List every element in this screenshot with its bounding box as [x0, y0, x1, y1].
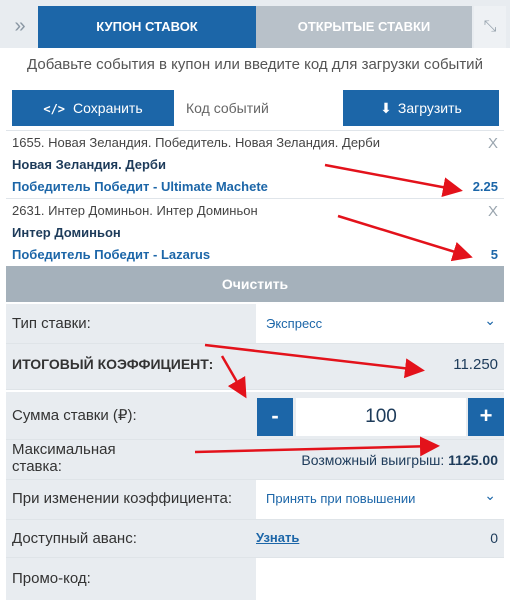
bet-type-row: Тип ставки: Экспресс ⌄ [6, 304, 504, 344]
max-stake-label-line1: Максимальная [12, 441, 116, 458]
clear-button[interactable]: Очистить [6, 266, 504, 302]
max-stake-label: Максимальная ставка: [12, 441, 116, 475]
stake-decrease-button[interactable]: - [257, 398, 293, 436]
stake-input[interactable]: 100 [296, 398, 466, 436]
remove-bet-icon[interactable]: X [488, 135, 498, 152]
odds-change-row: При изменении коэффициента: Принять при … [6, 480, 504, 520]
bet-outcome: Победитель Победит - Lazarus [12, 247, 211, 262]
save-button-label: Сохранить [73, 100, 143, 116]
coupon-hint: Добавьте события в купон или введите код… [27, 56, 483, 73]
bet-market: Новая Зеландия. Дерби [12, 157, 166, 172]
bet-event-title: 1655. Новая Зеландия. Победитель. Новая … [12, 135, 380, 150]
chevron-down-icon: ⌄ [484, 312, 496, 328]
max-stake-label-line2: ставка: [12, 458, 62, 475]
bet-outcome: Победитель Победит - Ultimate Machete [12, 179, 268, 194]
max-stake-row: Максимальная ставка: Возможный выигрыш: … [6, 440, 504, 480]
bet-event-title: 2631. Интер Доминьон. Интер Доминьон [12, 203, 258, 218]
odds-change-value: Принять при повышении [266, 491, 416, 506]
total-odds-row: ИТОГОВЫЙ КОЭФФИЦИЕНТ: 11.250 [6, 344, 504, 390]
promo-row: Промо-код: [6, 558, 504, 600]
collapse-panel-icon[interactable]: » [4, 6, 36, 46]
odds-change-label: При изменении коэффициента: [12, 490, 233, 507]
bet-type-label: Тип ставки: [12, 315, 91, 332]
potential-win-label: Возможный выигрыш: [301, 452, 445, 468]
code-icon: </> [43, 102, 66, 116]
bet-type-select[interactable]: Экспресс ⌄ [256, 304, 504, 343]
bet-odd: 5 [490, 247, 498, 262]
potential-win: Возможный выигрыш: 1125.00 [301, 452, 498, 468]
load-button[interactable]: ⬇ Загрузить [343, 90, 499, 126]
potential-win-value: 1125.00 [448, 452, 498, 468]
bet-market: Интер Доминьон [12, 225, 121, 240]
bet-type-value: Экспресс [266, 316, 323, 331]
advance-row: Доступный аванс: Узнать 0 [6, 520, 504, 558]
expand-panel-icon[interactable]: ⤡ [474, 6, 506, 48]
total-odds-label: ИТОГОВЫЙ КОЭФФИЦИЕНТ: [12, 356, 214, 372]
stake-label: Сумма ставки (₽): [12, 407, 137, 424]
advance-value: 0 [490, 530, 498, 546]
load-button-label: Загрузить [397, 100, 462, 116]
event-code-input[interactable] [176, 90, 340, 126]
bet-item: 2631. Интер Доминьон. Интер Доминьон X И… [6, 198, 504, 264]
tab-open-bets[interactable]: ОТКРЫТЫЕ СТАВКИ [256, 6, 472, 48]
bet-item: 1655. Новая Зеландия. Победитель. Новая … [6, 130, 504, 198]
bet-odd: 2.25 [472, 179, 498, 194]
total-odds-value: 11.250 [453, 356, 498, 373]
stake-increase-button[interactable]: + [468, 398, 504, 436]
save-button[interactable]: </> Сохранить [12, 90, 174, 126]
odds-change-select[interactable]: Принять при повышении ⌄ [256, 480, 504, 519]
stake-row: Сумма ставки (₽): - 100 + [6, 392, 504, 440]
tab-bar: » КУПОН СТАВОК ОТКРЫТЫЕ СТАВКИ ⤡ [0, 0, 510, 48]
remove-bet-icon[interactable]: X [488, 203, 498, 220]
tab-coupon[interactable]: КУПОН СТАВОК [38, 6, 256, 48]
advance-label: Доступный аванс: [12, 530, 137, 547]
advance-info-link[interactable]: Узнать [256, 530, 299, 545]
chevron-down-icon: ⌄ [484, 487, 496, 503]
promo-label: Промо-код: [12, 570, 91, 587]
download-icon: ⬇ [380, 100, 392, 116]
promo-code-input[interactable] [256, 558, 504, 600]
